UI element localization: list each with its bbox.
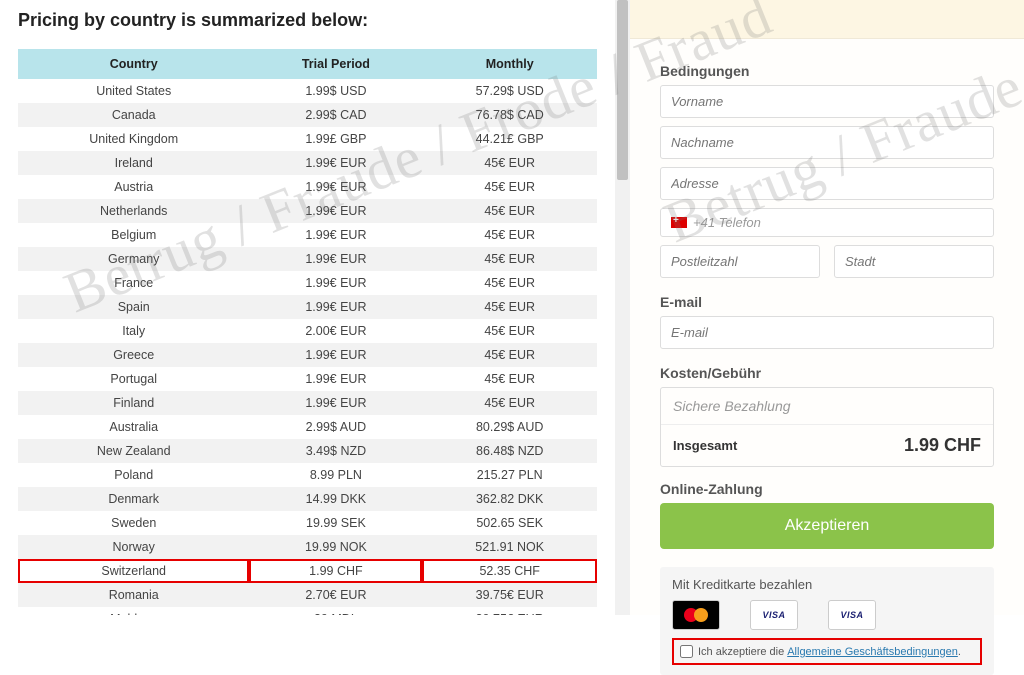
swiss-flag-icon	[671, 217, 687, 228]
city-field[interactable]	[834, 245, 994, 278]
scrollbar[interactable]	[615, 0, 630, 615]
card-label: Mit Kreditkarte bezahlen	[672, 577, 982, 592]
table-row: Poland8.99 PLN215.27 PLN	[18, 463, 597, 487]
lastname-field[interactable]	[660, 126, 994, 159]
card-payment-box: Mit Kreditkarte bezahlen VISA VISA Ich a…	[660, 567, 994, 675]
terms-row: Ich akzeptiere die Allgemeine Geschäftsb…	[672, 638, 982, 665]
table-row: Belgium1.99€ EUR45€ EUR	[18, 223, 597, 247]
terms-link[interactable]: Allgemeine Geschäftsbedingungen	[787, 646, 958, 658]
online-payment-label: Online-Zahlung	[660, 481, 994, 497]
table-row: Italy2.00€ EUR45€ EUR	[18, 319, 597, 343]
table-row: France1.99€ EUR45€ EUR	[18, 271, 597, 295]
table-row: Germany1.99€ EUR45€ EUR	[18, 247, 597, 271]
address-field[interactable]	[660, 167, 994, 200]
table-row: Austria1.99€ EUR45€ EUR	[18, 175, 597, 199]
table-row: Romania2.70€ EUR39.75€ EUR	[18, 583, 597, 607]
table-row: New Zealand3.49$ NZD86.48$ NZD	[18, 439, 597, 463]
total-label: Insgesamt	[673, 438, 737, 453]
mastercard-icon	[672, 600, 720, 630]
pricing-panel: Pricing by country is summarized below: …	[0, 0, 615, 615]
email-field[interactable]	[660, 316, 994, 349]
checkout-panel: Bedingungen +41 Telefon E-mail Kosten/Ge…	[630, 0, 1024, 615]
table-row: Spain1.99€ EUR45€ EUR	[18, 295, 597, 319]
zip-field[interactable]	[660, 245, 820, 278]
visa-electron-icon: VISA	[750, 600, 798, 630]
terms-text: Ich akzeptiere die	[698, 646, 784, 658]
visa-icon: VISA	[828, 600, 876, 630]
accept-button[interactable]: Akzeptieren	[660, 503, 994, 549]
table-row: Finland1.99€ EUR45€ EUR	[18, 391, 597, 415]
conditions-label: Bedingungen	[660, 63, 994, 79]
firstname-field[interactable]	[660, 85, 994, 118]
table-row: Norway19.99 NOK521.91 NOK	[18, 535, 597, 559]
col-monthly: Monthly	[422, 49, 597, 79]
cost-box: Sichere Bezahlung Insgesamt 1.99 CHF	[660, 387, 994, 467]
scrollbar-thumb[interactable]	[617, 0, 628, 180]
col-country: Country	[18, 49, 249, 79]
table-row: United States1.99$ USD57.29$ USD	[18, 79, 597, 103]
email-label: E-mail	[660, 294, 994, 310]
table-row: Greece1.99€ EUR45€ EUR	[18, 343, 597, 367]
col-trial: Trial Period	[249, 49, 422, 79]
table-row: Netherlands1.99€ EUR45€ EUR	[18, 199, 597, 223]
pricing-table: Country Trial Period Monthly United Stat…	[18, 49, 597, 615]
total-amount: 1.99 CHF	[904, 435, 981, 456]
phone-field[interactable]: +41 Telefon	[660, 208, 994, 237]
table-row: Sweden19.99 SEK502.65 SEK	[18, 511, 597, 535]
table-row: Australia2.99$ AUD80.29$ AUD	[18, 415, 597, 439]
table-row: Moldova39 MDL39.75€ EUR	[18, 607, 597, 615]
table-row: Switzerland1.99 CHF52.35 CHF	[18, 559, 597, 583]
table-row: Portugal1.99€ EUR45€ EUR	[18, 367, 597, 391]
table-row: Denmark14.99 DKK362.82 DKK	[18, 487, 597, 511]
phone-placeholder: +41 Telefon	[693, 215, 761, 230]
terms-checkbox[interactable]	[680, 645, 693, 658]
table-row: Canada2.99$ CAD76.78$ CAD	[18, 103, 597, 127]
pricing-heading: Pricing by country is summarized below:	[18, 10, 597, 31]
table-row: Ireland1.99€ EUR45€ EUR	[18, 151, 597, 175]
cost-label: Kosten/Gebühr	[660, 365, 994, 381]
table-row: United Kingdom1.99£ GBP44.21£ GBP	[18, 127, 597, 151]
secure-payment-label: Sichere Bezahlung	[661, 388, 993, 425]
